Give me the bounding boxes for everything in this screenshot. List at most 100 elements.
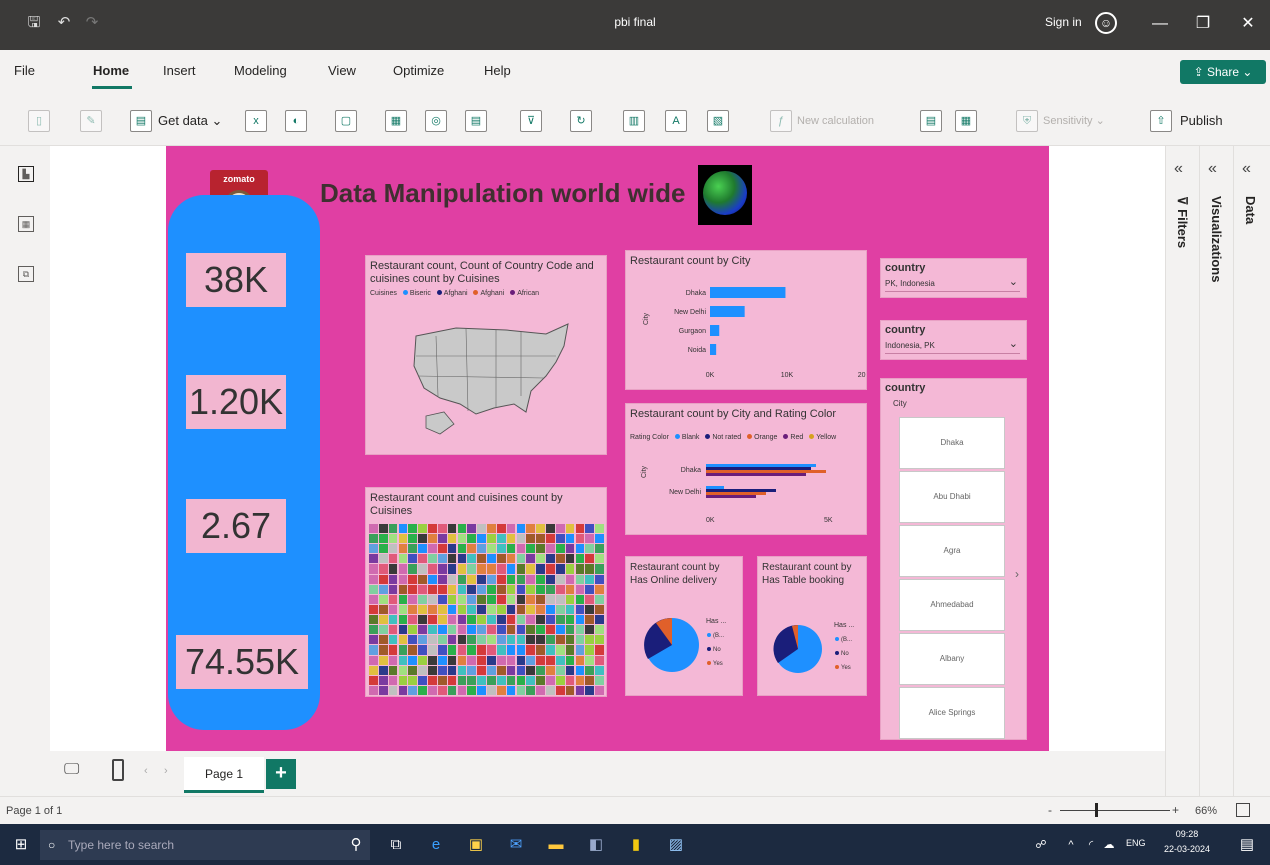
account-avatar-icon[interactable]: ☺ xyxy=(1095,12,1117,34)
treemap-cell xyxy=(408,685,418,695)
quick-measure-icon[interactable]: ▤ xyxy=(920,110,942,132)
edge-icon[interactable]: e xyxy=(425,834,447,856)
prev-page-icon[interactable]: ‹ xyxy=(144,765,148,777)
treemap-visual[interactable]: Restaurant count and cuisines count by C… xyxy=(365,487,607,697)
new-visual-icon[interactable]: ▥ xyxy=(623,110,645,132)
mail-icon[interactable]: ✉ xyxy=(505,834,527,856)
desktop-layout-icon[interactable]: 🖵 xyxy=(64,761,79,779)
slicer-label: country xyxy=(885,262,926,274)
slicer-tile[interactable]: Alice Springs xyxy=(899,687,1005,739)
menu-modeling[interactable]: Modeling xyxy=(234,63,287,78)
menu-home[interactable]: Home xyxy=(93,63,129,78)
dataverse-icon[interactable]: ◎ xyxy=(425,110,447,132)
chevron-right-icon[interactable]: › xyxy=(1015,567,1019,581)
windows-start-icon[interactable]: ⊞ xyxy=(10,834,32,856)
add-page-button[interactable]: + xyxy=(266,759,296,789)
slicer-tile[interactable]: Albany xyxy=(899,633,1005,685)
calculator-icon[interactable]: ▦ xyxy=(955,110,977,132)
clock-date[interactable]: 22-03-2024 xyxy=(1160,844,1214,854)
online-delivery-pie[interactable]: Restaurant count by Has Online delivery … xyxy=(625,556,743,696)
slicer-tile[interactable]: Abu Dhabi xyxy=(899,471,1005,523)
fit-page-icon[interactable] xyxy=(1236,803,1250,817)
slicer-tile[interactable]: Ahmedabad xyxy=(899,579,1005,631)
get-data-icon[interactable]: ▤ xyxy=(130,110,152,132)
tray-chevron-icon[interactable]: ^ xyxy=(1060,834,1082,856)
transform-data-icon[interactable]: ⊽ xyxy=(520,110,542,132)
get-data-button[interactable]: Get data ⌄ xyxy=(158,110,222,132)
treemap-cell xyxy=(398,524,408,534)
sql-icon[interactable]: ▢ xyxy=(335,110,357,132)
report-view-icon[interactable]: ▙ xyxy=(18,166,34,182)
text-box-icon[interactable]: A xyxy=(665,110,687,132)
table-view-icon[interactable]: ▦ xyxy=(18,216,34,232)
treemap-cell xyxy=(428,524,437,534)
enter-data-icon[interactable]: ▦ xyxy=(385,110,407,132)
excel-icon[interactable]: x xyxy=(245,110,267,132)
city-tile-slicer[interactable]: country City Dhaka Abu Dhabi Agra Ahmeda… xyxy=(880,378,1027,740)
data-pane[interactable]: « Data xyxy=(1234,146,1268,796)
filters-pane[interactable]: « ⊽ Filters xyxy=(1166,146,1200,796)
map-visual[interactable]: Restaurant count, Count of Country Code … xyxy=(365,255,607,455)
sign-in-link[interactable]: Sign in xyxy=(1045,15,1082,29)
treemap-cell xyxy=(467,635,477,645)
city-rating-chart[interactable]: Restaurant count by City and Rating Colo… xyxy=(625,403,867,535)
powerbi-icon[interactable]: ▮ xyxy=(625,834,647,856)
mobile-layout-icon[interactable] xyxy=(112,759,124,781)
legend-item: Orange xyxy=(754,434,778,441)
publish-button[interactable]: Publish xyxy=(1180,110,1223,132)
slicer-tile[interactable]: Dhaka xyxy=(899,417,1005,469)
taskbar-search[interactable]: ○ Type here to search xyxy=(40,830,370,860)
country-slicer-2[interactable]: country Indonesia, PK xyxy=(880,320,1027,360)
next-page-icon[interactable]: › xyxy=(164,765,168,777)
treemap-cell xyxy=(506,564,516,574)
mic-icon[interactable]: ⚲ xyxy=(345,834,367,856)
people-icon[interactable]: ☍ xyxy=(1030,834,1052,856)
collapse-icon[interactable]: « xyxy=(1208,160,1217,178)
close-button[interactable]: ✕ xyxy=(1233,13,1263,35)
city-bar-chart[interactable]: Restaurant count by City City Dhaka New De… xyxy=(625,250,867,390)
publish-icon[interactable]: ⇧ xyxy=(1150,110,1172,132)
zoom-thumb[interactable] xyxy=(1095,803,1098,817)
zoom-slider[interactable] xyxy=(1060,810,1170,811)
cloud-icon[interactable]: ☁ xyxy=(1098,834,1120,856)
task-view-icon[interactable]: ⧉ xyxy=(385,834,407,856)
file-explorer-icon[interactable]: ▬ xyxy=(545,834,567,856)
slicer-dropdown[interactable]: Indonesia, PK xyxy=(885,337,1020,354)
menu-file[interactable]: File xyxy=(14,63,35,78)
menu-help[interactable]: Help xyxy=(484,63,511,78)
zoom-in-icon[interactable]: + xyxy=(1172,803,1179,817)
menu-insert[interactable]: Insert xyxy=(163,63,196,78)
recent-sources-icon[interactable]: ▤ xyxy=(465,110,487,132)
photos-icon[interactable]: ▨ xyxy=(665,834,687,856)
refresh-icon[interactable]: ↻ xyxy=(570,110,592,132)
language-indicator[interactable]: ENG xyxy=(1126,838,1146,848)
zoom-out-icon[interactable]: - xyxy=(1048,803,1052,817)
kpi-card-4[interactable]: 74.55K xyxy=(176,635,308,689)
kpi-card-3[interactable]: 2.67 xyxy=(186,499,286,553)
page-tab[interactable]: Page 1 xyxy=(184,757,264,793)
legend-title: Rating Color xyxy=(630,434,669,441)
collapse-icon[interactable]: « xyxy=(1242,160,1251,178)
menu-view[interactable]: View xyxy=(328,63,356,78)
menu-optimize[interactable]: Optimize xyxy=(393,63,444,78)
notifications-icon[interactable]: ▤ xyxy=(1236,834,1258,856)
app-icon[interactable]: ◧ xyxy=(585,834,607,856)
data-hub-icon[interactable]: ◐ xyxy=(285,110,307,132)
country-slicer-1[interactable]: country PK, Indonesia xyxy=(880,258,1027,298)
slicer-tile[interactable]: Agra xyxy=(899,525,1005,577)
collapse-icon[interactable]: « xyxy=(1174,160,1183,178)
restore-button[interactable]: ❐ xyxy=(1188,13,1218,35)
category-label: Dhaka xyxy=(686,290,706,297)
store-icon[interactable]: ▣ xyxy=(465,834,487,856)
minimize-button[interactable]: — xyxy=(1145,13,1175,35)
table-booking-pie[interactable]: Restaurant count by Has Table booking Ha… xyxy=(757,556,867,696)
ribbon: ▯ ✎ ▤ Get data ⌄ x ◐ ▢ ▦ ◎ ▤ ⊽ ↻ ▥ A ▧ ƒ… xyxy=(0,92,1270,146)
visualizations-pane[interactable]: « Visualizations xyxy=(1200,146,1234,796)
model-view-icon[interactable]: ⧉ xyxy=(18,266,34,282)
clock-time[interactable]: 09:28 xyxy=(1166,829,1208,839)
kpi-card-1[interactable]: 38K xyxy=(186,253,286,307)
share-button[interactable]: ⇪ Share ⌄ xyxy=(1180,60,1266,84)
more-visuals-icon[interactable]: ▧ xyxy=(707,110,729,132)
slicer-dropdown[interactable]: PK, Indonesia xyxy=(885,275,1020,292)
kpi-card-2[interactable]: 1.20K xyxy=(186,375,286,429)
